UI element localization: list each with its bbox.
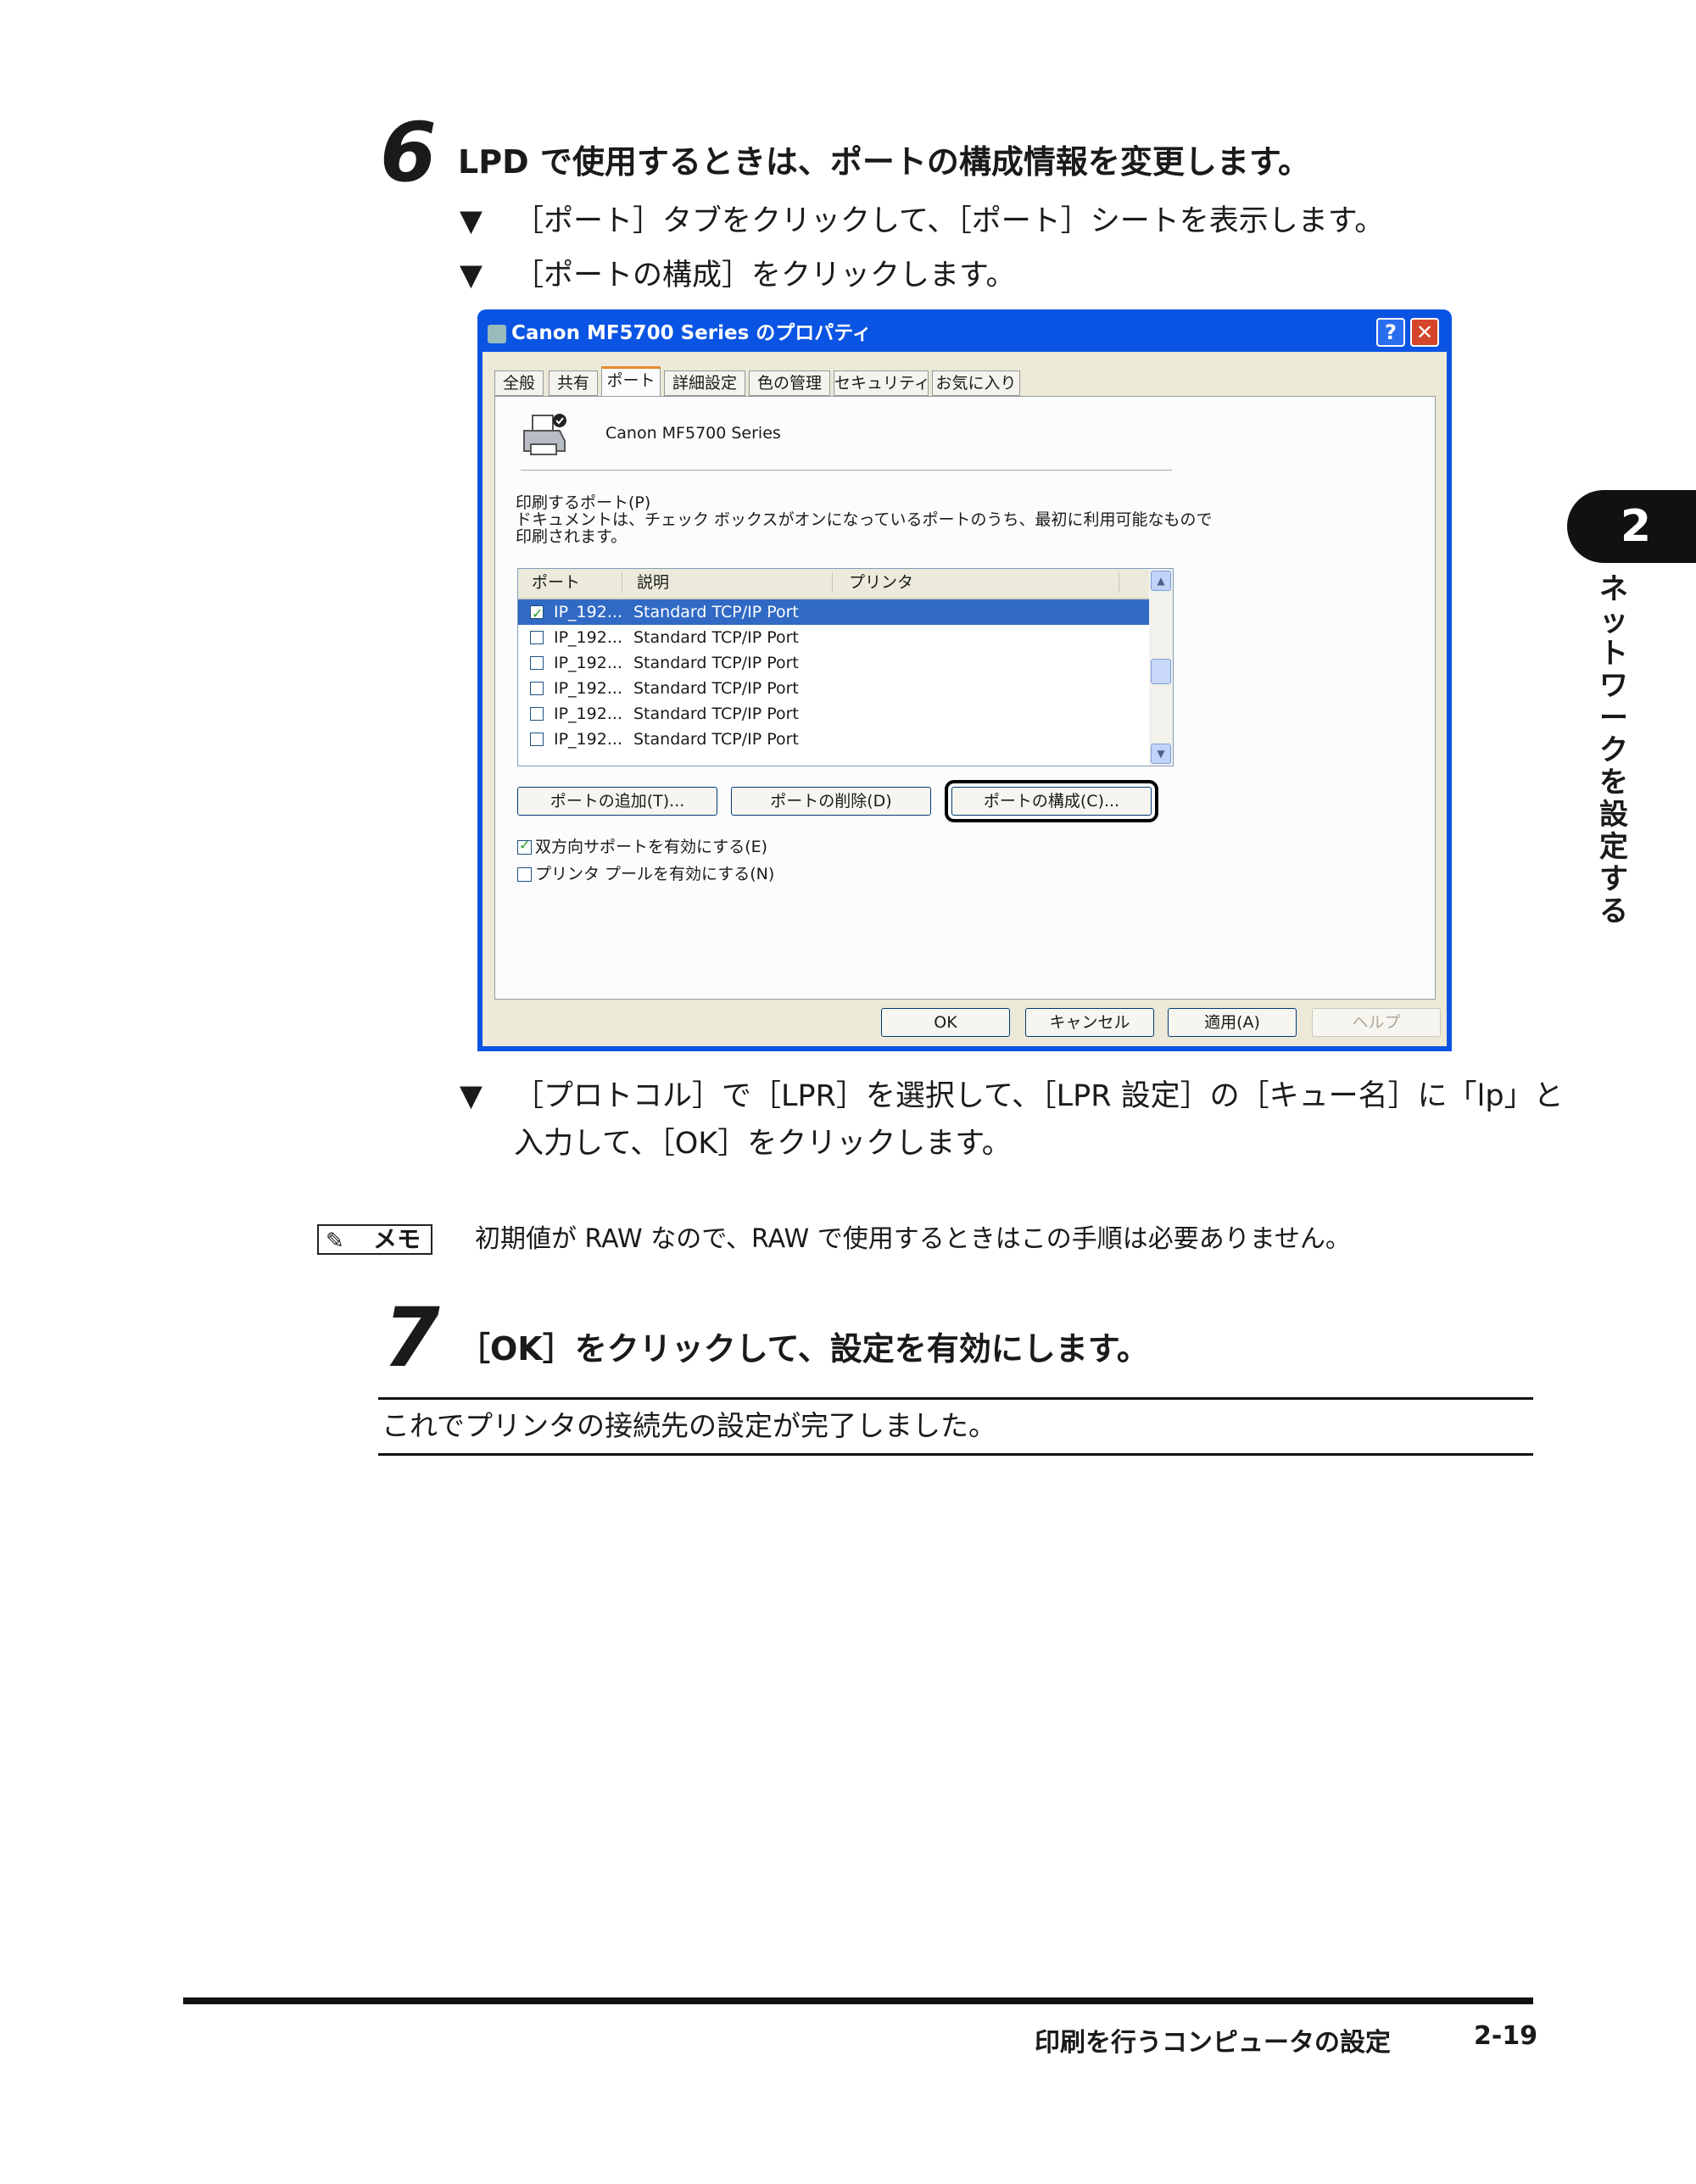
step-6-title: LPD で使用するときは、ポートの構成情報を変更します。 [458, 143, 1311, 181]
printer-properties-dialog: Canon MF5700 Series のプロパティ ? ✕ 全般 共有 ポート… [477, 309, 1452, 1051]
scroll-up-icon[interactable]: ▲ [1151, 571, 1171, 591]
step-6-bullet-2: ▼ ［ポートの構成］をクリックします。 [460, 251, 1562, 300]
chapter-tab: 2 [1567, 490, 1696, 563]
footer-rule [183, 1997, 1533, 2004]
port-checkbox[interactable] [530, 682, 544, 695]
port-row[interactable]: IP_192... Standard TCP/IP Port [518, 599, 1149, 627]
tab-sharing[interactable]: 共有 [549, 370, 598, 396]
step-7-result: これでプリンタの接続先の設定が完了しました。 [382, 1409, 997, 1442]
port-description: ドキュメントは、チェック ボックスがオンになっているポートのうち、最初に利用可能… [516, 510, 1213, 529]
chapter-title: ネットワークを設定する [1599, 572, 1628, 928]
scroll-thumb[interactable] [1151, 659, 1171, 684]
checkbox-checked-icon[interactable] [517, 836, 532, 855]
printer-icon [488, 324, 506, 343]
column-port[interactable]: ポート [532, 569, 580, 596]
triangle-bullet-icon: ▼ [460, 204, 483, 238]
divider [378, 1397, 1533, 1400]
help-button[interactable]: ヘルプ [1312, 1008, 1441, 1037]
column-description[interactable]: 説明 [637, 569, 669, 596]
port-row[interactable]: IP_192... Standard TCP/IP Port [518, 701, 1149, 727]
divider [521, 470, 1172, 471]
tab-security[interactable]: セキュリティ [834, 370, 930, 396]
port-checkbox[interactable] [530, 631, 544, 644]
port-row[interactable]: IP_192... Standard TCP/IP Port [518, 625, 1149, 650]
port-checkbox[interactable] [530, 601, 544, 627]
port-checkbox[interactable] [530, 656, 544, 670]
printer-icon [523, 414, 566, 455]
pencil-icon: ✎ [326, 1228, 344, 1254]
step-6-bullet-1: ▼ ［ポート］タブをクリックして、［ポート］シートを表示します。 [460, 197, 1562, 246]
scroll-down-icon[interactable]: ▼ [1151, 744, 1171, 764]
tab-color-management[interactable]: 色の管理 [749, 370, 830, 396]
triangle-bullet-icon: ▼ [460, 1079, 483, 1113]
port-label: 印刷するポート(P) [516, 493, 651, 512]
memo-text: 初期値が RAW なので、RAW で使用するときはこの手順は必要ありません。 [475, 1224, 1351, 1254]
port-list-scrollbar[interactable]: ▲ ▼ [1149, 569, 1173, 766]
tab-ports[interactable]: ポート [601, 366, 661, 397]
step-6-number: 6 [380, 105, 437, 200]
port-checkbox[interactable] [530, 707, 544, 721]
tab-general[interactable]: 全般 [494, 370, 544, 396]
port-list-header: ポート 説明 プリンタ [518, 569, 1149, 599]
port-row[interactable]: IP_192... Standard TCP/IP Port [518, 650, 1149, 676]
ports-panel: Canon MF5700 Series 印刷するポート(P) ドキュメントは、チ… [494, 396, 1436, 1000]
apply-button[interactable]: 適用(A) [1168, 1008, 1297, 1037]
printer-name: Canon MF5700 Series [605, 424, 781, 443]
checkbox-icon[interactable] [517, 867, 532, 882]
step-6-bullet-3: ▼ ［プロトコル］で［LPR］を選択して、［LPR 設定］の［キュー名］に「lp… [460, 1072, 1564, 1173]
step-7-title: ［OK］をクリックして、設定を有効にします。 [458, 1330, 1149, 1368]
port-list[interactable]: ポート 説明 プリンタ IP_192... Standard TCP/IP Po… [517, 568, 1174, 766]
cancel-button[interactable]: キャンセル [1025, 1008, 1154, 1037]
printer-pool-checkbox[interactable]: プリンタ プールを有効にする(N) [517, 865, 774, 883]
step-7-number: 7 [383, 1290, 440, 1385]
dialog-titlebar: Canon MF5700 Series のプロパティ [488, 318, 872, 348]
port-row[interactable]: IP_192... Standard TCP/IP Port [518, 727, 1149, 752]
help-title-button[interactable]: ? [1376, 318, 1405, 347]
triangle-bullet-icon: ▼ [460, 259, 483, 292]
dialog-body: 全般 共有 ポート 詳細設定 色の管理 セキュリティ お気に入り Canon M… [483, 352, 1447, 1046]
add-port-button[interactable]: ポートの追加(T)... [517, 787, 717, 816]
delete-port-button[interactable]: ポートの削除(D) [731, 787, 931, 816]
close-button[interactable]: ✕ [1410, 318, 1439, 347]
configure-port-button[interactable]: ポートの構成(C)... [945, 780, 1158, 822]
divider [378, 1453, 1533, 1456]
page-number: 2-19 [1474, 2021, 1538, 2051]
port-description-2: 印刷されます。 [516, 527, 628, 546]
ok-button[interactable]: OK [881, 1008, 1010, 1037]
tab-advanced[interactable]: 詳細設定 [664, 370, 745, 396]
port-row[interactable]: IP_192... Standard TCP/IP Port [518, 676, 1149, 701]
column-printer[interactable]: プリンタ [849, 569, 913, 596]
footer-section-title: 印刷を行うコンピュータの設定 [1035, 2028, 1391, 2058]
bidirectional-checkbox[interactable]: 双方向サポートを有効にする(E) [517, 836, 767, 856]
memo-badge: ✎ メモ [317, 1224, 432, 1255]
tab-favorites[interactable]: お気に入り [932, 370, 1020, 396]
port-checkbox[interactable] [530, 733, 544, 746]
